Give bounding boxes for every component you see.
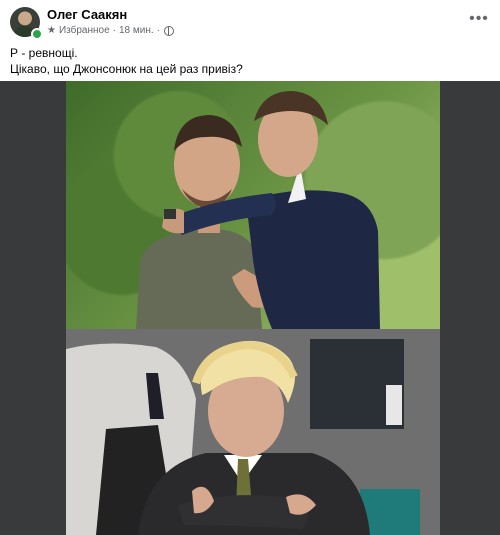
favorites-star-icon: ★ bbox=[47, 25, 56, 36]
post-image[interactable] bbox=[0, 81, 500, 535]
post-text-line-1: Р - ревнощі. bbox=[10, 46, 78, 60]
photo-embrace-illustration bbox=[136, 91, 380, 329]
post-time[interactable]: 18 мин. bbox=[119, 25, 154, 36]
post-header: Олег Саакян ★ Избранное · 18 мин. · ••• bbox=[0, 0, 500, 42]
post-text-line-2: Цікаво, що Джонсонюк на цей раз привіз? bbox=[10, 62, 243, 76]
photo-embrace bbox=[66, 81, 440, 329]
audience-label[interactable]: Избранное bbox=[59, 25, 110, 36]
author-name[interactable]: Олег Саакян bbox=[47, 7, 127, 22]
post-meta: ★ Избранное · 18 мин. · bbox=[47, 24, 175, 37]
meta-separator-2: · bbox=[156, 25, 161, 36]
meta-separator: · bbox=[112, 25, 116, 36]
photo-johnson-illustration bbox=[66, 329, 440, 535]
post-text: Р - ревнощі. Цікаво, що Джонсонюк на цей… bbox=[10, 45, 243, 77]
globe-icon bbox=[164, 25, 175, 36]
online-status-icon bbox=[31, 28, 43, 40]
facebook-post: Олег Саакян ★ Избранное · 18 мин. · ••• … bbox=[0, 0, 500, 535]
photo-johnson bbox=[66, 329, 440, 535]
more-options-button[interactable]: ••• bbox=[468, 10, 490, 32]
